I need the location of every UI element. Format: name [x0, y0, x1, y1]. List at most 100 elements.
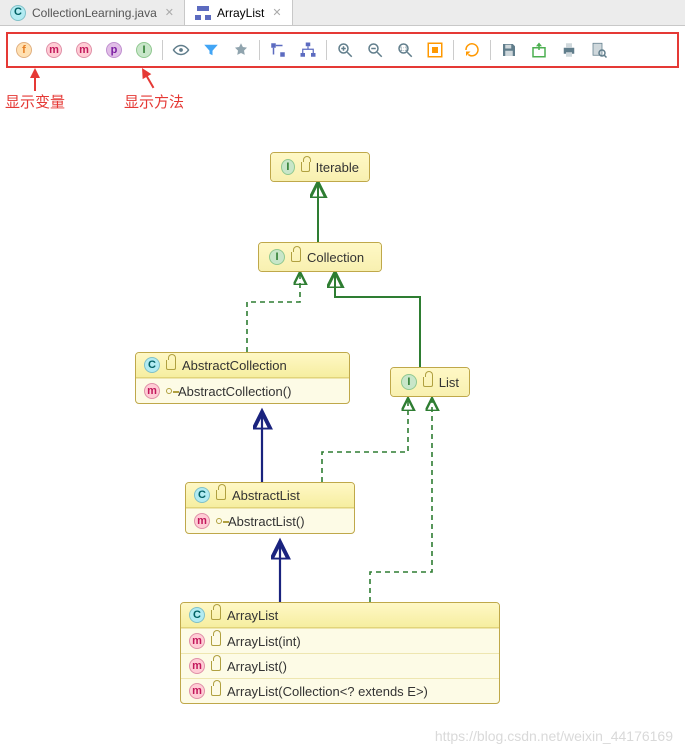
member-label: ArrayList(int) [227, 634, 301, 649]
annotation-show-variables: 显示变量 [5, 68, 65, 112]
svg-text:1:1: 1:1 [399, 47, 408, 53]
hierarchy-icon [195, 6, 211, 20]
lock-icon [423, 377, 433, 387]
print-icon [560, 41, 578, 59]
export-icon [530, 41, 548, 59]
method-icon: m [144, 383, 160, 399]
member-row: m ArrayList() [181, 653, 499, 678]
fit-content-button[interactable] [421, 37, 449, 63]
change-visibility-button[interactable] [167, 37, 195, 63]
toolbar-separator [490, 40, 491, 60]
class-icon: C [144, 357, 160, 373]
actual-size-button[interactable]: 1:1 [391, 37, 419, 63]
lock-icon [291, 252, 301, 262]
node-abstractlist[interactable]: C AbstractList m AbstractList() [185, 482, 355, 534]
print-preview-button[interactable] [585, 37, 613, 63]
toolbar: fmmpI1:1 [10, 36, 675, 64]
tab-arraylist[interactable]: ArrayList ✕ [185, 0, 293, 25]
close-icon[interactable]: ✕ [163, 6, 174, 19]
preview-icon [590, 41, 608, 59]
watermark: https://blog.csdn.net/weixin_44176169 [435, 728, 673, 744]
class-icon: C [189, 607, 205, 623]
member-row: m ArrayList(int) [181, 628, 499, 653]
lock-icon [211, 610, 221, 620]
node-title: List [439, 375, 459, 390]
fit-icon [426, 41, 444, 59]
refresh-icon [463, 41, 481, 59]
tab-label: ArrayList [217, 6, 264, 20]
export-image-button[interactable] [525, 37, 553, 63]
save-icon [500, 41, 518, 59]
lock-icon [211, 661, 221, 671]
node-abstractcollection[interactable]: C AbstractCollection m AbstractCollectio… [135, 352, 350, 404]
interface-icon: I [401, 374, 417, 390]
eye-icon [172, 41, 190, 59]
lock-icon [166, 360, 176, 370]
layout-icon [299, 41, 317, 59]
node-title: ArrayList [227, 608, 278, 623]
annotation-label: 显示方法 [124, 91, 184, 112]
zoom-out-button[interactable] [361, 37, 389, 63]
refresh-button[interactable] [458, 37, 486, 63]
tab-collectionlearning[interactable]: C CollectionLearning.java ✕ [0, 0, 185, 25]
show-methods-button[interactable]: m [70, 37, 98, 63]
annotation-show-methods: 显示方法 [100, 68, 184, 112]
toolbar-separator [453, 40, 454, 60]
member-label: ArrayList() [227, 659, 287, 674]
node-title: AbstractCollection [182, 358, 287, 373]
node-iterable[interactable]: I Iterable [270, 152, 370, 182]
class-icon: C [194, 487, 210, 503]
method-icon: m [189, 658, 205, 674]
zoom-in-button[interactable] [331, 37, 359, 63]
method-icon: m [189, 633, 205, 649]
node-list[interactable]: I List [390, 367, 470, 397]
zoomin-icon [336, 41, 354, 59]
zoom1-icon: 1:1 [396, 41, 414, 59]
interface-icon: I [269, 249, 285, 265]
save-diagram-button[interactable] [495, 37, 523, 63]
p-badge-icon: p [106, 42, 122, 58]
print-button[interactable] [555, 37, 583, 63]
change-scope-button[interactable] [197, 37, 225, 63]
arrow-up-icon [138, 66, 152, 80]
node-title: AbstractList [232, 488, 300, 503]
toolbar-separator [259, 40, 260, 60]
key-icon [166, 388, 172, 394]
node-arraylist[interactable]: C ArrayList m ArrayList(int) m ArrayList… [180, 602, 500, 704]
node-title: Iterable [316, 160, 359, 175]
show-properties-button[interactable]: p [100, 37, 128, 63]
node-title: Collection [307, 250, 364, 265]
member-row: m AbstractCollection() [136, 378, 349, 403]
lock-icon [211, 686, 221, 696]
show-fields-button[interactable]: f [10, 37, 38, 63]
m-badge-icon: m [46, 42, 62, 58]
f-badge-icon: f [16, 42, 32, 58]
key-icon [216, 518, 222, 524]
m-badge-icon: m [76, 42, 92, 58]
show-constructors-button[interactable]: m [40, 37, 68, 63]
annotations: 显示变量 显示方法 [0, 72, 685, 112]
toolbar-separator [326, 40, 327, 60]
toolbar-separator [162, 40, 163, 60]
lock-icon [216, 490, 226, 500]
close-icon[interactable]: ✕ [270, 6, 281, 19]
member-label: AbstractList() [228, 514, 305, 529]
apply-layout-button[interactable] [294, 37, 322, 63]
interface-icon: I [281, 159, 295, 175]
node-collection[interactable]: I Collection [258, 242, 382, 272]
zoomout-icon [366, 41, 384, 59]
show-dependencies-button[interactable] [264, 37, 292, 63]
member-row: m AbstractList() [186, 508, 354, 533]
toolbar-highlight-box: fmmpI1:1 [6, 32, 679, 68]
method-icon: m [189, 683, 205, 699]
tab-label: CollectionLearning.java [32, 6, 157, 20]
show-inner-classes-button[interactable]: I [130, 37, 158, 63]
filter-icon [202, 41, 220, 59]
member-label: ArrayList(Collection<? extends E>) [227, 684, 428, 699]
member-row: m ArrayList(Collection<? extends E>) [181, 678, 499, 703]
class-diagram: I Iterable I Collection I List C Abstrac… [0, 112, 685, 746]
I-badge-icon: I [136, 42, 152, 58]
lock-icon [211, 636, 221, 646]
edit-node-button[interactable] [227, 37, 255, 63]
annotation-label: 显示变量 [5, 91, 65, 112]
